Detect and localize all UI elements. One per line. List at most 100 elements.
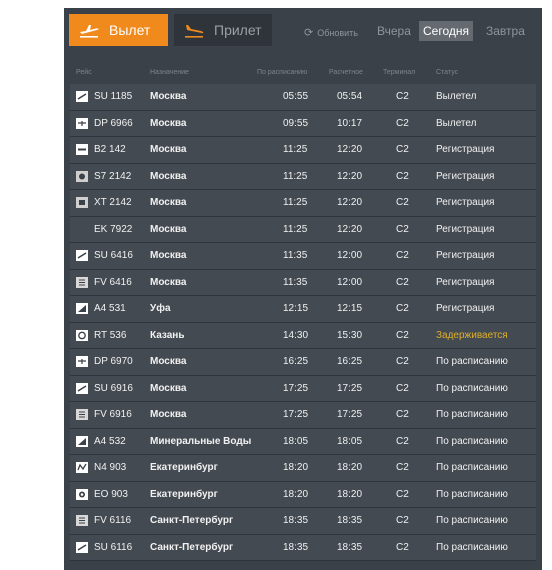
scheduled-time: 11:25 — [283, 223, 308, 235]
terminal: C2 — [396, 117, 409, 129]
terminal: C2 — [396, 91, 409, 102]
destination: Уфа — [150, 303, 171, 314]
estimated-time: 18:20 — [337, 488, 363, 500]
scheduled-time: 18:35 — [283, 541, 309, 553]
destination: Москва — [150, 197, 187, 208]
plane-takeoff-icon — [78, 21, 100, 39]
airline-logo-rt-icon — [76, 329, 88, 341]
table-row[interactable]: EO 903 Екатеринбург 18:20 18:20 C2 По расписа… — [70, 481, 536, 508]
scheduled-time: 11:35 — [283, 276, 308, 288]
table-row[interactable]: RT 536 Казань 14:30 15:30 C2 Задерживается — [70, 322, 536, 349]
estimated-time: 12:20 — [337, 197, 363, 208]
table-row[interactable]: DP 6970 Москва 16:25 16:25 C2 По расписанию — [70, 349, 536, 376]
terminal: C2 — [396, 356, 409, 367]
destination: Москва — [150, 91, 187, 102]
scheduled-time: 11:25 — [283, 170, 308, 182]
table-row[interactable]: A4 532 Минеральные Воды 18:05 18:05 C2 По рас… — [70, 428, 536, 455]
terminal: C2 — [396, 250, 409, 261]
estimated-time: 12:20 — [337, 170, 363, 182]
terminal: C2 — [396, 382, 409, 394]
day-tomorrow-button[interactable]: Завтра — [482, 21, 529, 41]
airline-logo-rossiya-icon — [76, 409, 88, 420]
refresh-icon: ⟳ — [304, 27, 314, 39]
terminal: C2 — [396, 170, 409, 182]
estimated-time: 05:54 — [337, 91, 363, 102]
airline-logo-aeroflot-icon — [76, 250, 88, 261]
destination: Москва — [150, 409, 187, 420]
refresh-button[interactable]: ⟳ Обновить — [304, 26, 358, 39]
table-row[interactable]: FV 6116 Санкт-Петербург 18:35 18:35 C2 По рас… — [70, 508, 536, 535]
airline-logo-s7-icon — [76, 170, 88, 182]
table-row[interactable]: FV 6916 Москва 17:25 17:25 C2 По расписанию — [70, 402, 536, 429]
flight-status: По расписанию — [436, 515, 508, 526]
flight-number: SU 6416 — [94, 250, 133, 261]
scheduled-time: 18:20 — [283, 462, 309, 473]
scheduled-time: 18:05 — [283, 435, 309, 447]
flight-number: DP 6970 — [94, 356, 133, 367]
terminal: C2 — [396, 409, 409, 420]
flight-number: SU 6116 — [94, 541, 133, 553]
destination: Москва — [150, 170, 187, 182]
scheduled-time: 09:55 — [283, 117, 309, 129]
flight-board: Вылет Прилет ⟳ Обновить Вчера Сегодня За… — [64, 8, 542, 570]
column-header-terminal: Терминал — [383, 69, 416, 76]
terminal: C2 — [396, 276, 409, 288]
table-row[interactable]: DP 6966 Москва 09:55 10:17 C2 Вылетел — [70, 110, 536, 137]
day-yesterday-button[interactable]: Вчера — [373, 21, 415, 41]
estimated-time: 12:00 — [337, 250, 363, 261]
column-header-estimated: Расчетное — [329, 69, 363, 76]
estimated-time: 18:35 — [337, 515, 363, 526]
table-row[interactable]: SU 6916 Москва 17:25 17:25 C2 По расписанию — [70, 375, 536, 402]
terminal: C2 — [396, 541, 409, 553]
flight-number: FV 6416 — [94, 276, 132, 288]
airline-logo-rossiya-icon — [76, 515, 88, 526]
table-row[interactable]: N4 903 Екатеринбург 18:20 18:20 C2 По расписа… — [70, 455, 536, 482]
tab-departures-label: Вылет — [109, 22, 151, 38]
airline-logo-rossiya-icon — [76, 276, 88, 288]
scheduled-time: 17:25 — [283, 409, 309, 420]
table-row[interactable]: A4 531 Уфа 12:15 12:15 C2 Регистрация — [70, 296, 536, 323]
destination: Москва — [150, 382, 187, 394]
flight-status: Регистрация — [436, 250, 495, 261]
destination: Санкт-Петербург — [150, 541, 234, 553]
table-row[interactable]: EK 7922 Москва 11:25 12:20 C2 Регистрация — [70, 216, 536, 243]
scheduled-time: 05:55 — [283, 91, 309, 102]
estimated-time: 10:17 — [337, 117, 363, 129]
airline-logo-aeroflot-icon — [76, 91, 88, 102]
airline-logo-blank-icon — [76, 224, 88, 235]
airline-logo-a4-icon — [76, 303, 88, 314]
flight-status: Регистрация — [436, 223, 495, 235]
table-row[interactable]: FV 6416 Москва 11:35 12:00 C2 Регистрация — [70, 269, 536, 296]
flight-number: A4 531 — [94, 303, 126, 314]
flight-status: По расписанию — [436, 462, 508, 473]
flight-status: По расписанию — [436, 435, 508, 447]
destination: Москва — [150, 117, 187, 129]
estimated-time: 16:25 — [337, 356, 363, 367]
terminal: C2 — [396, 144, 409, 155]
table-row[interactable]: XT 2142 Москва 11:25 12:20 C2 Регистрация — [70, 190, 536, 217]
estimated-time: 17:25 — [337, 382, 363, 394]
column-header-scheduled: По расписанию — [257, 69, 308, 76]
airline-logo-b2-icon — [76, 144, 88, 155]
airline-logo-aeroflot-icon — [76, 382, 88, 394]
destination: Москва — [150, 276, 187, 288]
flight-number: SU 6916 — [94, 382, 133, 394]
day-today-button[interactable]: Сегодня — [419, 21, 473, 41]
flight-number: FV 6916 — [94, 409, 132, 420]
estimated-time: 17:25 — [337, 409, 363, 420]
table-row[interactable]: B2 142 Москва 11:25 12:20 C2 Регистрация — [70, 137, 536, 164]
flight-status: По расписанию — [436, 356, 508, 367]
table-row[interactable]: SU 6416 Москва 11:35 12:00 C2 Регистрация — [70, 243, 536, 270]
destination: Москва — [150, 250, 187, 261]
tab-departures[interactable]: Вылет — [69, 14, 168, 46]
table-row[interactable]: SU 6116 Санкт-Петербург 18:35 18:35 C2 По рас… — [70, 534, 536, 561]
tab-arrivals[interactable]: Прилет — [174, 14, 272, 46]
flight-status: Регистрация — [436, 276, 495, 288]
destination: Екатеринбург — [150, 488, 218, 500]
table-row[interactable]: S7 2142 Москва 11:25 12:20 C2 Регистрация — [70, 163, 536, 190]
table-row[interactable]: SU 1185 Москва 05:55 05:54 C2 Вылетел — [70, 84, 536, 111]
estimated-time: 18:20 — [337, 462, 363, 473]
flight-status: По расписанию — [436, 409, 508, 420]
scheduled-time: 12:15 — [283, 303, 309, 314]
flight-status: По расписанию — [436, 541, 508, 553]
